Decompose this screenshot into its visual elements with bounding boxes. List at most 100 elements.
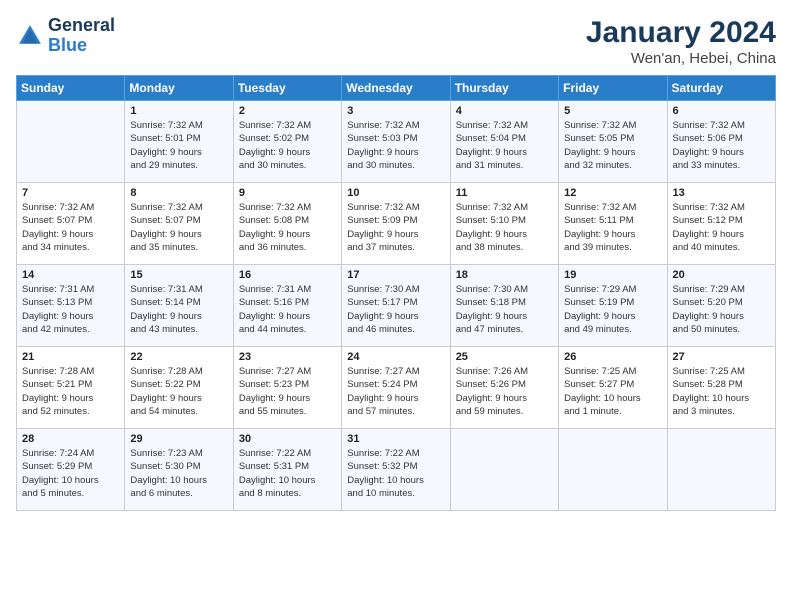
calendar-body: 1Sunrise: 7:32 AM Sunset: 5:01 PM Daylig… xyxy=(17,101,776,511)
day-info: Sunrise: 7:32 AM Sunset: 5:02 PM Dayligh… xyxy=(239,119,336,172)
calendar-cell: 26 Sunrise: 7:25 AM Sunset: 5:27 PM Dayli… xyxy=(559,347,667,429)
day-info: Sunrise: 7:29 AM Sunset: 5:19 PM Dayligh… xyxy=(564,283,661,336)
day-info: Sunrise: 7:32 AM Sunset: 5:07 PM Dayligh… xyxy=(130,201,227,254)
calendar-cell: 7 Sunrise: 7:32 AM Sunset: 5:07 PM Daylig… xyxy=(17,183,125,265)
day-number: 11 xyxy=(456,187,553,199)
calendar-cell: 12Sunrise: 7:32 AM Sunset: 5:11 PM Dayli… xyxy=(559,183,667,265)
calendar-cell: 25Sunrise: 7:26 AM Sunset: 5:26 PM Dayli… xyxy=(450,347,558,429)
calendar-cell: 5 Sunrise: 7:32 AM Sunset: 5:05 PM Daylig… xyxy=(559,101,667,183)
calendar-cell: 29Sunrise: 7:23 AM Sunset: 5:30 PM Dayli… xyxy=(125,429,233,511)
day-number: 1 xyxy=(130,105,227,117)
calendar-header: SundayMondayTuesdayWednesdayThursdayFrid… xyxy=(17,76,776,101)
day-number: 30 xyxy=(239,433,336,445)
day-number: 31 xyxy=(347,433,444,445)
day-number: 4 xyxy=(456,105,553,117)
day-number: 15 xyxy=(130,269,227,281)
day-number: 13 xyxy=(673,187,770,199)
day-number: 6 xyxy=(673,105,770,117)
day-number: 8 xyxy=(130,187,227,199)
day-info: Sunrise: 7:31 AM Sunset: 5:13 PM Dayligh… xyxy=(22,283,119,336)
day-number: 7 xyxy=(22,187,119,199)
calendar-cell: 1Sunrise: 7:32 AM Sunset: 5:01 PM Daylig… xyxy=(125,101,233,183)
calendar-cell: 2 Sunrise: 7:32 AM Sunset: 5:02 PM Daylig… xyxy=(233,101,341,183)
day-number: 24 xyxy=(347,351,444,363)
calendar-cell: 28Sunrise: 7:24 AM Sunset: 5:29 PM Dayli… xyxy=(17,429,125,511)
day-number: 21 xyxy=(22,351,119,363)
day-info: Sunrise: 7:26 AM Sunset: 5:26 PM Dayligh… xyxy=(456,365,553,418)
day-number: 5 xyxy=(564,105,661,117)
day-number: 3 xyxy=(347,105,444,117)
header-cell-thursday: Thursday xyxy=(450,76,558,101)
calendar-cell: 20 Sunrise: 7:29 AM Sunset: 5:20 PM Dayli… xyxy=(667,265,775,347)
page-container: General Blue January 2024 Wen'an, Hebei,… xyxy=(0,0,792,521)
day-number: 2 xyxy=(239,105,336,117)
calendar-cell: 23 Sunrise: 7:27 AM Sunset: 5:23 PM Dayli… xyxy=(233,347,341,429)
calendar-cell: 30 Sunrise: 7:22 AM Sunset: 5:31 PM Dayli… xyxy=(233,429,341,511)
day-info: Sunrise: 7:32 AM Sunset: 5:09 PM Dayligh… xyxy=(347,201,444,254)
calendar-cell xyxy=(450,429,558,511)
day-info: Sunrise: 7:25 AM Sunset: 5:28 PM Dayligh… xyxy=(673,365,770,418)
header: General Blue January 2024 Wen'an, Hebei,… xyxy=(16,16,776,67)
calendar-cell: 8 Sunrise: 7:32 AM Sunset: 5:07 PM Daylig… xyxy=(125,183,233,265)
calendar-cell xyxy=(17,101,125,183)
calendar-cell: 14 Sunrise: 7:31 AM Sunset: 5:13 PM Dayli… xyxy=(17,265,125,347)
day-info: Sunrise: 7:30 AM Sunset: 5:17 PM Dayligh… xyxy=(347,283,444,336)
day-number: 28 xyxy=(22,433,119,445)
calendar-cell xyxy=(667,429,775,511)
logo-icon xyxy=(16,22,44,50)
day-info: Sunrise: 7:30 AM Sunset: 5:18 PM Dayligh… xyxy=(456,283,553,336)
day-number: 20 xyxy=(673,269,770,281)
day-info: Sunrise: 7:29 AM Sunset: 5:20 PM Dayligh… xyxy=(673,283,770,336)
calendar-cell: 31 Sunrise: 7:22 AM Sunset: 5:32 PM Dayli… xyxy=(342,429,450,511)
calendar-subtitle: Wen'an, Hebei, China xyxy=(586,50,776,67)
day-number: 26 xyxy=(564,351,661,363)
day-info: Sunrise: 7:32 AM Sunset: 5:04 PM Dayligh… xyxy=(456,119,553,172)
day-info: Sunrise: 7:28 AM Sunset: 5:21 PM Dayligh… xyxy=(22,365,119,418)
calendar-cell: 21 Sunrise: 7:28 AM Sunset: 5:21 PM Dayli… xyxy=(17,347,125,429)
calendar-table: SundayMondayTuesdayWednesdayThursdayFrid… xyxy=(16,75,776,511)
header-cell-saturday: Saturday xyxy=(667,76,775,101)
calendar-cell: 13 Sunrise: 7:32 AM Sunset: 5:12 PM Dayli… xyxy=(667,183,775,265)
calendar-cell: 16Sunrise: 7:31 AM Sunset: 5:16 PM Dayli… xyxy=(233,265,341,347)
week-row-5: 28Sunrise: 7:24 AM Sunset: 5:29 PM Dayli… xyxy=(17,429,776,511)
calendar-cell: 6 Sunrise: 7:32 AM Sunset: 5:06 PM Daylig… xyxy=(667,101,775,183)
calendar-cell: 15 Sunrise: 7:31 AM Sunset: 5:14 PM Dayli… xyxy=(125,265,233,347)
day-info: Sunrise: 7:31 AM Sunset: 5:14 PM Dayligh… xyxy=(130,283,227,336)
day-info: Sunrise: 7:32 AM Sunset: 5:05 PM Dayligh… xyxy=(564,119,661,172)
day-info: Sunrise: 7:32 AM Sunset: 5:07 PM Dayligh… xyxy=(22,201,119,254)
day-info: Sunrise: 7:25 AM Sunset: 5:27 PM Dayligh… xyxy=(564,365,661,418)
day-info: Sunrise: 7:22 AM Sunset: 5:31 PM Dayligh… xyxy=(239,447,336,500)
logo: General Blue xyxy=(16,16,115,56)
day-info: Sunrise: 7:27 AM Sunset: 5:24 PM Dayligh… xyxy=(347,365,444,418)
day-info: Sunrise: 7:27 AM Sunset: 5:23 PM Dayligh… xyxy=(239,365,336,418)
calendar-cell: 22 Sunrise: 7:28 AM Sunset: 5:22 PM Dayli… xyxy=(125,347,233,429)
header-cell-friday: Friday xyxy=(559,76,667,101)
day-number: 23 xyxy=(239,351,336,363)
day-info: Sunrise: 7:22 AM Sunset: 5:32 PM Dayligh… xyxy=(347,447,444,500)
calendar-cell: 11 Sunrise: 7:32 AM Sunset: 5:10 PM Dayli… xyxy=(450,183,558,265)
day-info: Sunrise: 7:32 AM Sunset: 5:03 PM Dayligh… xyxy=(347,119,444,172)
day-number: 22 xyxy=(130,351,227,363)
logo-text-general: General xyxy=(48,16,115,36)
calendar-cell: 10 Sunrise: 7:32 AM Sunset: 5:09 PM Dayli… xyxy=(342,183,450,265)
day-number: 14 xyxy=(22,269,119,281)
calendar-cell: 24 Sunrise: 7:27 AM Sunset: 5:24 PM Dayli… xyxy=(342,347,450,429)
day-number: 10 xyxy=(347,187,444,199)
title-block: January 2024 Wen'an, Hebei, China xyxy=(586,16,776,67)
day-number: 19 xyxy=(564,269,661,281)
day-number: 16 xyxy=(239,269,336,281)
day-info: Sunrise: 7:32 AM Sunset: 5:06 PM Dayligh… xyxy=(673,119,770,172)
day-info: Sunrise: 7:28 AM Sunset: 5:22 PM Dayligh… xyxy=(130,365,227,418)
day-info: Sunrise: 7:32 AM Sunset: 5:12 PM Dayligh… xyxy=(673,201,770,254)
header-row: SundayMondayTuesdayWednesdayThursdayFrid… xyxy=(17,76,776,101)
day-number: 27 xyxy=(673,351,770,363)
day-info: Sunrise: 7:32 AM Sunset: 5:10 PM Dayligh… xyxy=(456,201,553,254)
header-cell-tuesday: Tuesday xyxy=(233,76,341,101)
calendar-title: January 2024 xyxy=(586,16,776,50)
calendar-cell: 4 Sunrise: 7:32 AM Sunset: 5:04 PM Daylig… xyxy=(450,101,558,183)
calendar-cell: 27 Sunrise: 7:25 AM Sunset: 5:28 PM Dayli… xyxy=(667,347,775,429)
calendar-cell xyxy=(559,429,667,511)
day-number: 9 xyxy=(239,187,336,199)
day-info: Sunrise: 7:32 AM Sunset: 5:08 PM Dayligh… xyxy=(239,201,336,254)
header-cell-wednesday: Wednesday xyxy=(342,76,450,101)
